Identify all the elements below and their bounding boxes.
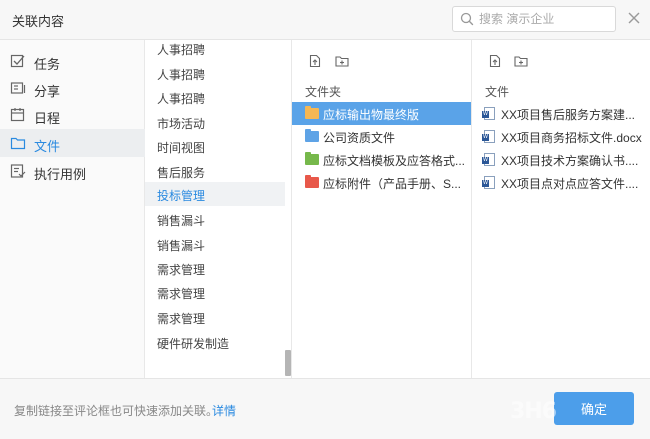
- upload-file-icon[interactable]: [488, 54, 502, 68]
- folder-icon: [305, 175, 319, 188]
- folder-label: 应标文档模板及应答格式...: [323, 154, 466, 168]
- details-link[interactable]: 详情: [212, 402, 236, 419]
- folder-icon: [10, 137, 26, 150]
- category-label: 销售漏斗: [157, 214, 206, 228]
- file-row[interactable]: XX项目点对点应答文件....: [472, 171, 650, 194]
- nav-item-test-cases[interactable]: 执行用例: [0, 157, 145, 185]
- list-item[interactable]: 销售漏斗: [145, 232, 285, 256]
- folder-row[interactable]: 应标文档模板及应答格式...: [292, 148, 471, 171]
- list-item[interactable]: 人事招聘: [145, 40, 285, 60]
- folder-icon: [305, 152, 319, 165]
- search-box[interactable]: [452, 6, 616, 32]
- new-folder-icon[interactable]: [335, 54, 349, 68]
- list-item[interactable]: 投标管理: [145, 182, 285, 206]
- category-label: 人事招聘: [157, 68, 206, 82]
- confirm-button[interactable]: 确定: [554, 392, 634, 425]
- new-folder-icon[interactable]: [514, 54, 528, 68]
- list-item[interactable]: 人事招聘: [145, 85, 285, 109]
- list-item[interactable]: 销售漏斗: [145, 207, 285, 231]
- category-label: 人事招聘: [157, 43, 206, 57]
- category-label: 需求管理: [157, 312, 206, 326]
- nav-item-task[interactable]: 任务: [0, 47, 145, 75]
- file-panel: 文件 XX项目售后服务方案建... XX项目商务招标文件.docx XX项目技术…: [472, 40, 650, 378]
- folder-label: 公司资质文件: [323, 131, 396, 145]
- file-label: XX项目售后服务方案建...: [501, 108, 636, 122]
- link-content-dialog: 关联内容 任务: [0, 0, 650, 439]
- folder-row[interactable]: 应标输出物最终版: [292, 102, 471, 125]
- footer-hint: 复制链接至评论框也可快速添加关联。: [14, 404, 219, 418]
- nav-item-share[interactable]: 分享: [0, 74, 145, 102]
- nav-item-label: 文件: [34, 139, 61, 154]
- dialog-footer: 复制链接至评论框也可快速添加关联。 详情 确定 3H6: [0, 378, 650, 439]
- word-doc-icon: [482, 107, 495, 120]
- category-label: 时间视图: [157, 141, 206, 155]
- task-checkbox-icon: [10, 54, 25, 68]
- files-section-label: 文件: [485, 85, 510, 99]
- nav-item-label: 执行用例: [34, 167, 87, 182]
- search-input[interactable]: [479, 10, 611, 28]
- calendar-icon: [10, 108, 25, 122]
- list-item[interactable]: 需求管理: [145, 256, 285, 280]
- list-item[interactable]: 需求管理: [145, 280, 285, 304]
- nav-item-schedule[interactable]: 日程: [0, 101, 145, 129]
- watermark-logo: 3H6: [510, 399, 557, 424]
- category-label: 需求管理: [157, 263, 206, 277]
- nav-item-label: 日程: [34, 111, 61, 126]
- list-item[interactable]: 市场活动: [145, 110, 285, 134]
- scrollbar[interactable]: [285, 350, 291, 376]
- category-label: 市场活动: [157, 117, 206, 131]
- word-doc-icon: [482, 130, 495, 143]
- category-label: 售后服务: [157, 166, 206, 180]
- folders-section-label: 文件夹: [305, 85, 342, 99]
- search-icon: [460, 12, 474, 26]
- nav-item-files[interactable]: 文件: [0, 129, 145, 157]
- folder-label: 应标输出物最终版: [323, 108, 420, 122]
- type-nav: 任务 分享 日程 文件 执行用例: [0, 40, 145, 378]
- close-icon[interactable]: [626, 10, 642, 26]
- file-label: XX项目商务招标文件.docx: [501, 131, 642, 145]
- folder-row[interactable]: 应标附件（产品手册、S...: [292, 171, 471, 194]
- category-label: 需求管理: [157, 287, 206, 301]
- list-item[interactable]: 硬件研发制造: [145, 330, 285, 354]
- category-list[interactable]: 人事招聘 人事招聘 人事招聘 市场活动 时间视图 售后服务 投标管理 销售漏斗 …: [145, 40, 292, 378]
- word-doc-icon: [482, 176, 495, 189]
- folder-icon: [305, 129, 319, 142]
- share-doc-icon: [10, 82, 26, 94]
- list-item[interactable]: 人事招聘: [145, 61, 285, 85]
- list-item[interactable]: 售后服务: [145, 159, 285, 183]
- word-doc-icon: [482, 153, 495, 166]
- list-item[interactable]: 时间视图: [145, 134, 285, 158]
- nav-item-label: 分享: [34, 84, 61, 99]
- category-label: 人事招聘: [157, 92, 206, 106]
- upload-file-icon[interactable]: [308, 54, 322, 68]
- folder-row[interactable]: 公司资质文件: [292, 125, 471, 148]
- dialog-title: 关联内容: [12, 14, 65, 29]
- category-label: 销售漏斗: [157, 239, 206, 253]
- category-label: 硬件研发制造: [157, 337, 230, 351]
- file-row[interactable]: XX项目技术方案确认书....: [472, 148, 650, 171]
- list-item[interactable]: 需求管理: [145, 305, 285, 329]
- folder-label: 应标附件（产品手册、S...: [323, 177, 462, 191]
- dialog-header: 关联内容: [0, 0, 650, 40]
- file-row[interactable]: XX项目售后服务方案建...: [472, 102, 650, 125]
- file-label: XX项目点对点应答文件....: [501, 177, 639, 191]
- folder-panel: 文件夹 应标输出物最终版 公司资质文件 应标文档模板及应答格式... 应标附件（…: [292, 40, 472, 378]
- file-row[interactable]: XX项目商务招标文件.docx: [472, 125, 650, 148]
- category-label: 投标管理: [157, 189, 206, 203]
- file-label: XX项目技术方案确认书....: [501, 154, 639, 168]
- folder-icon: [305, 106, 319, 119]
- nav-item-label: 任务: [34, 57, 61, 72]
- test-case-icon: [10, 164, 26, 178]
